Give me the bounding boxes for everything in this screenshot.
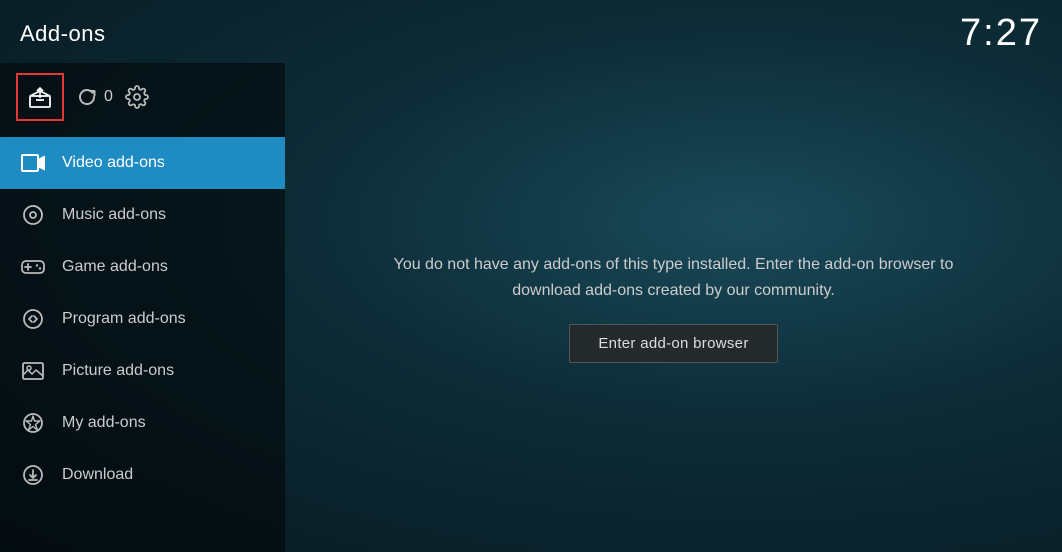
sidebar-item-music-addons[interactable]: Music add-ons: [0, 189, 285, 241]
sidebar-item-download-label: Download: [62, 466, 265, 484]
music-icon: [20, 202, 46, 228]
main-layout: 0 Video add-ons: [0, 63, 1062, 552]
sidebar-item-program-addons-label: Program add-ons: [62, 310, 265, 328]
refresh-icon: [76, 86, 98, 108]
sidebar: 0 Video add-ons: [0, 63, 285, 552]
sidebar-item-video-addons-label: Video add-ons: [62, 154, 265, 172]
download-icon: [20, 462, 46, 488]
game-icon: [20, 254, 46, 280]
empty-message: You do not have any add-ons of this type…: [384, 252, 964, 303]
content-area: You do not have any add-ons of this type…: [285, 63, 1062, 552]
page-title: Add-ons: [20, 21, 105, 47]
app-container: Add-ons 7:27: [0, 0, 1062, 552]
sidebar-item-my-addons-label: My add-ons: [62, 414, 265, 432]
toolbar-row: 0: [0, 63, 285, 137]
sidebar-item-picture-addons[interactable]: Picture add-ons: [0, 345, 285, 397]
sidebar-item-program-addons[interactable]: Program add-ons: [0, 293, 285, 345]
video-icon: [20, 150, 46, 176]
sidebar-item-video-addons[interactable]: Video add-ons: [0, 137, 285, 189]
my-addons-icon: [20, 410, 46, 436]
picture-icon: [20, 358, 46, 384]
settings-button[interactable]: [125, 85, 149, 109]
sidebar-item-my-addons[interactable]: My add-ons: [0, 397, 285, 449]
sidebar-item-game-addons-label: Game add-ons: [62, 258, 265, 276]
addon-box-button[interactable]: [16, 73, 64, 121]
addon-box-icon: [27, 84, 53, 110]
refresh-count: 0: [104, 88, 113, 106]
sidebar-item-music-addons-label: Music add-ons: [62, 206, 265, 224]
sidebar-item-picture-addons-label: Picture add-ons: [62, 362, 265, 380]
clock: 7:27: [960, 12, 1042, 55]
sidebar-item-download[interactable]: Download: [0, 449, 285, 501]
header: Add-ons 7:27: [0, 0, 1062, 63]
program-icon: [20, 306, 46, 332]
enter-addon-browser-button[interactable]: Enter add-on browser: [569, 324, 777, 363]
sidebar-item-game-addons[interactable]: Game add-ons: [0, 241, 285, 293]
refresh-area[interactable]: 0: [76, 86, 113, 108]
